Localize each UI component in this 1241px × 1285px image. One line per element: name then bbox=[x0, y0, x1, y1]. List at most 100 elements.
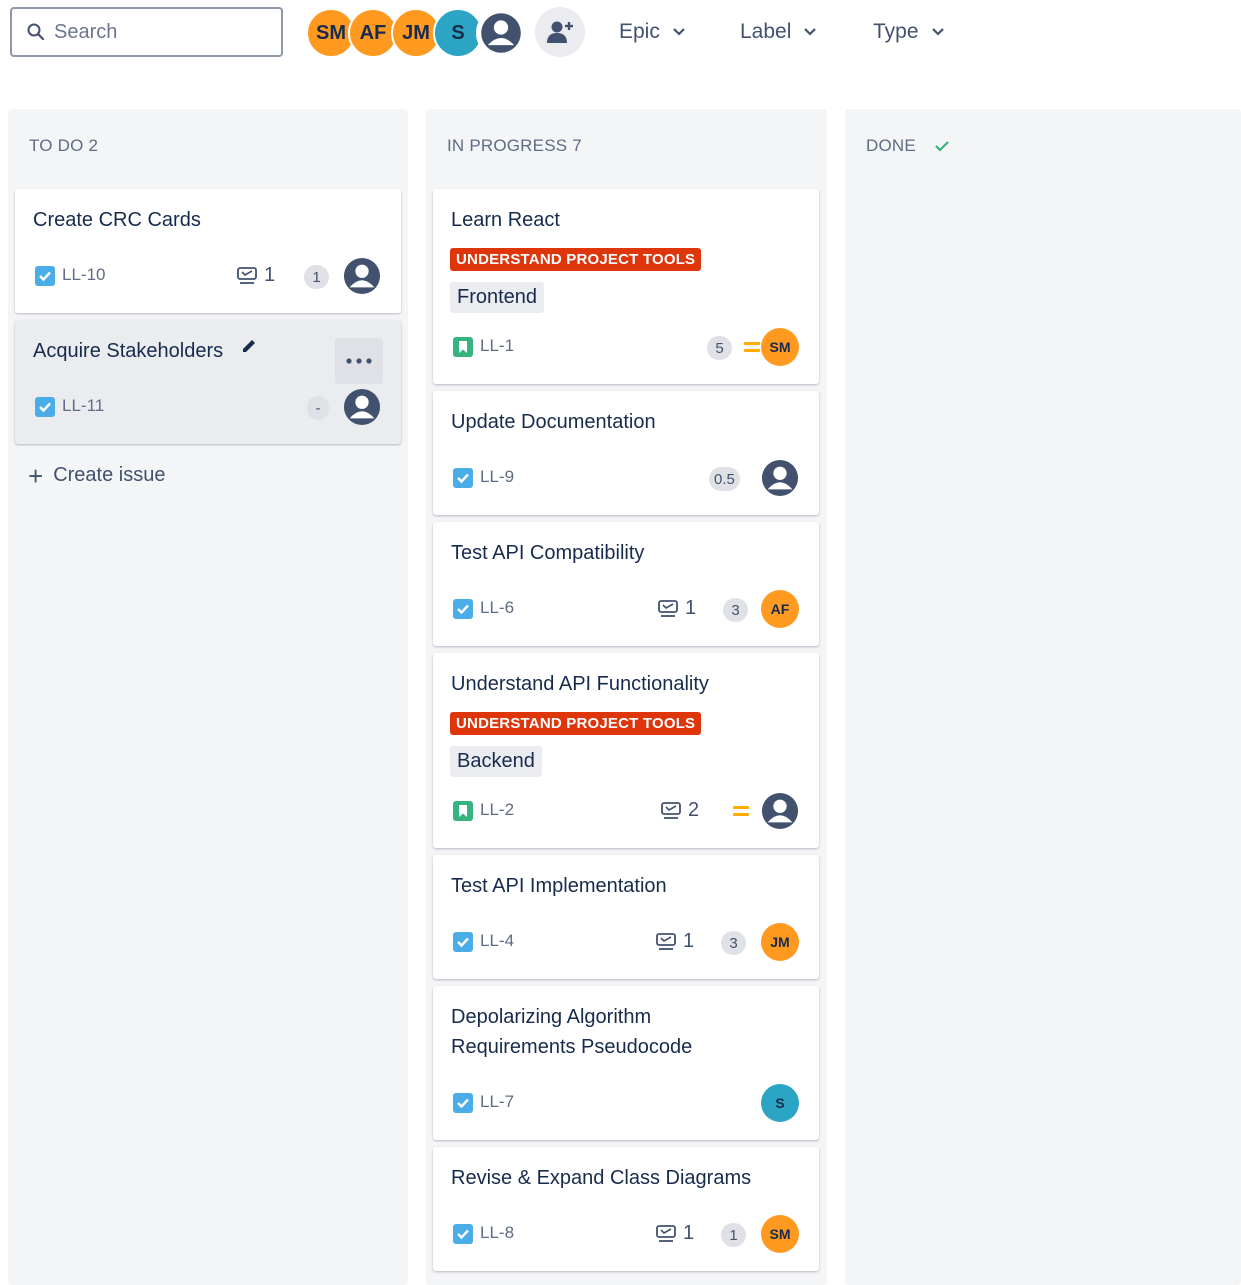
issue-card[interactable]: Create CRC Cards LL-10 1 1 bbox=[15, 189, 401, 313]
subtask-count-value: 1 bbox=[683, 930, 695, 952]
issue-card[interactable]: Test API Compatibility LL-6 1 3 AF bbox=[433, 522, 819, 646]
story-bookmark-icon bbox=[453, 337, 473, 357]
story-points-value: 5 bbox=[715, 339, 724, 357]
label-filter[interactable]: Label bbox=[740, 14, 817, 50]
user-avatar-icon bbox=[761, 459, 799, 497]
issue-title: Learn React bbox=[451, 209, 560, 231]
issue-card[interactable]: Depolarizing Algorithm Requirements Pseu… bbox=[433, 986, 819, 1140]
assignee-avatar[interactable] bbox=[343, 388, 381, 426]
card-footer: LL-4 1 3 JM bbox=[451, 922, 799, 962]
column-title: DONE bbox=[866, 136, 916, 155]
issue-key: LL-2 bbox=[480, 800, 515, 819]
create-issue-button[interactable]: + Create issue bbox=[28, 460, 166, 491]
task-checkbox-icon bbox=[453, 599, 473, 619]
assignee-avatar[interactable]: JM bbox=[761, 923, 799, 961]
search-icon bbox=[27, 23, 45, 41]
assignee-avatar[interactable]: SM bbox=[761, 328, 799, 366]
card-footer: LL-10 1 1 bbox=[33, 256, 381, 296]
subtask-count: 1 bbox=[656, 930, 694, 953]
card-footer: LL-9 0.5 bbox=[451, 458, 799, 498]
type-filter[interactable]: Type bbox=[873, 14, 945, 50]
task-checkbox-icon bbox=[453, 932, 473, 952]
check-icon bbox=[935, 141, 949, 152]
epic-filter[interactable]: Epic bbox=[619, 14, 686, 50]
more-actions-button[interactable] bbox=[335, 338, 383, 384]
task-checkbox-icon bbox=[35, 397, 55, 417]
task-checkbox-icon bbox=[35, 266, 55, 286]
story-points-badge: 3 bbox=[721, 931, 746, 955]
assignee-avatar[interactable]: AF bbox=[761, 590, 799, 628]
issue-title: Create CRC Cards bbox=[33, 209, 201, 231]
subtask-count-value: 1 bbox=[683, 1222, 695, 1244]
epic-filter-label: Epic bbox=[619, 20, 660, 43]
task-checkbox-icon bbox=[453, 468, 473, 488]
plus-icon: + bbox=[28, 460, 44, 491]
assignee-initials: S bbox=[775, 1095, 785, 1111]
column-todo: TO DO 2 Create CRC Cards LL-10 1 1 Acqui… bbox=[8, 109, 408, 1285]
story-points-value: - bbox=[315, 399, 321, 417]
subtask-count: 1 bbox=[658, 597, 696, 620]
avatar-initials: AF bbox=[359, 21, 387, 44]
assignee-avatar[interactable]: S bbox=[761, 1084, 799, 1122]
column-header: DONE bbox=[866, 136, 950, 156]
assignee-initials: SM bbox=[769, 339, 791, 355]
issue-title-line-1: Depolarizing Algorithm bbox=[451, 1006, 652, 1028]
user-avatar-icon bbox=[343, 388, 381, 426]
story-points-value: 3 bbox=[729, 934, 738, 952]
assignee-avatar[interactable] bbox=[761, 459, 799, 497]
subtask-icon bbox=[656, 1224, 676, 1242]
search-input[interactable] bbox=[54, 20, 254, 44]
avatar-filter-unassigned[interactable] bbox=[476, 8, 526, 58]
card-footer: LL-6 1 3 AF bbox=[451, 589, 799, 629]
add-people-button[interactable] bbox=[535, 7, 585, 57]
issue-key: LL-11 bbox=[62, 396, 105, 415]
issue-key: LL-8 bbox=[480, 1223, 515, 1242]
issue-key: LL-10 bbox=[62, 265, 106, 284]
epic-lozenge: UNDERSTAND PROJECT TOOLS bbox=[450, 712, 702, 735]
issue-key: LL-9 bbox=[480, 467, 515, 486]
story-points-badge: 3 bbox=[723, 598, 748, 622]
user-avatar-icon bbox=[481, 13, 521, 53]
task-checkbox-icon bbox=[453, 1224, 473, 1244]
assignee-avatar[interactable] bbox=[343, 257, 381, 295]
story-bookmark-icon bbox=[453, 801, 473, 821]
issue-title: Acquire Stakeholders bbox=[33, 340, 224, 362]
issue-title-line-2: Requirements Pseudocode bbox=[451, 1036, 693, 1058]
assignee-avatar[interactable] bbox=[761, 792, 799, 830]
priority-medium-icon bbox=[733, 806, 749, 816]
story-points-badge: 5 bbox=[707, 336, 732, 360]
epic-lozenge: UNDERSTAND PROJECT TOOLS bbox=[450, 248, 702, 271]
chevron-down-icon bbox=[804, 28, 817, 36]
chevron-down-icon bbox=[673, 28, 685, 36]
card-footer: LL-11 - bbox=[33, 387, 381, 427]
column-title: TO DO 2 bbox=[29, 136, 99, 155]
story-points-badge: 1 bbox=[304, 265, 329, 289]
story-points-value: 0.5 bbox=[714, 470, 735, 488]
board-toolbar: SM AF JM S Epic Label Type bbox=[0, 0, 1241, 66]
task-checkbox-icon bbox=[453, 1093, 473, 1113]
issue-card[interactable]: Acquire Stakeholders LL-11 - bbox=[15, 320, 401, 444]
issue-card[interactable]: Test API Implementation LL-4 1 3 JM bbox=[433, 855, 819, 979]
search-box[interactable] bbox=[10, 7, 283, 57]
avatar-initials: SM bbox=[316, 21, 346, 44]
issue-card[interactable]: Learn React UNDERSTAND PROJECT TOOLS Fro… bbox=[433, 189, 819, 384]
issue-title: Test API Compatibility bbox=[451, 542, 645, 564]
avatar-group: SM AF JM S bbox=[306, 8, 531, 58]
create-issue-label: Create issue bbox=[53, 464, 166, 486]
add-user-icon bbox=[547, 21, 573, 43]
issue-card[interactable]: Revise & Expand Class Diagrams LL-8 1 1 … bbox=[433, 1147, 819, 1271]
label-chip: Frontend bbox=[450, 282, 545, 313]
story-points-value: 3 bbox=[731, 601, 740, 619]
subtask-icon bbox=[656, 932, 676, 950]
column-title: IN PROGRESS 7 bbox=[447, 136, 582, 155]
assignee-avatar[interactable]: SM bbox=[761, 1215, 799, 1253]
issue-card[interactable]: Understand API Functionality UNDERSTAND … bbox=[433, 653, 819, 848]
assignee-initials: SM bbox=[769, 1226, 791, 1242]
pencil-icon[interactable] bbox=[240, 337, 258, 355]
label-filter-label: Label bbox=[740, 20, 792, 43]
issue-card[interactable]: Update Documentation LL-9 0.5 bbox=[433, 391, 819, 515]
issue-key: LL-7 bbox=[480, 1092, 515, 1111]
issue-key: LL-4 bbox=[480, 931, 515, 950]
subtask-icon bbox=[658, 599, 678, 617]
subtask-count: 1 bbox=[237, 264, 275, 287]
